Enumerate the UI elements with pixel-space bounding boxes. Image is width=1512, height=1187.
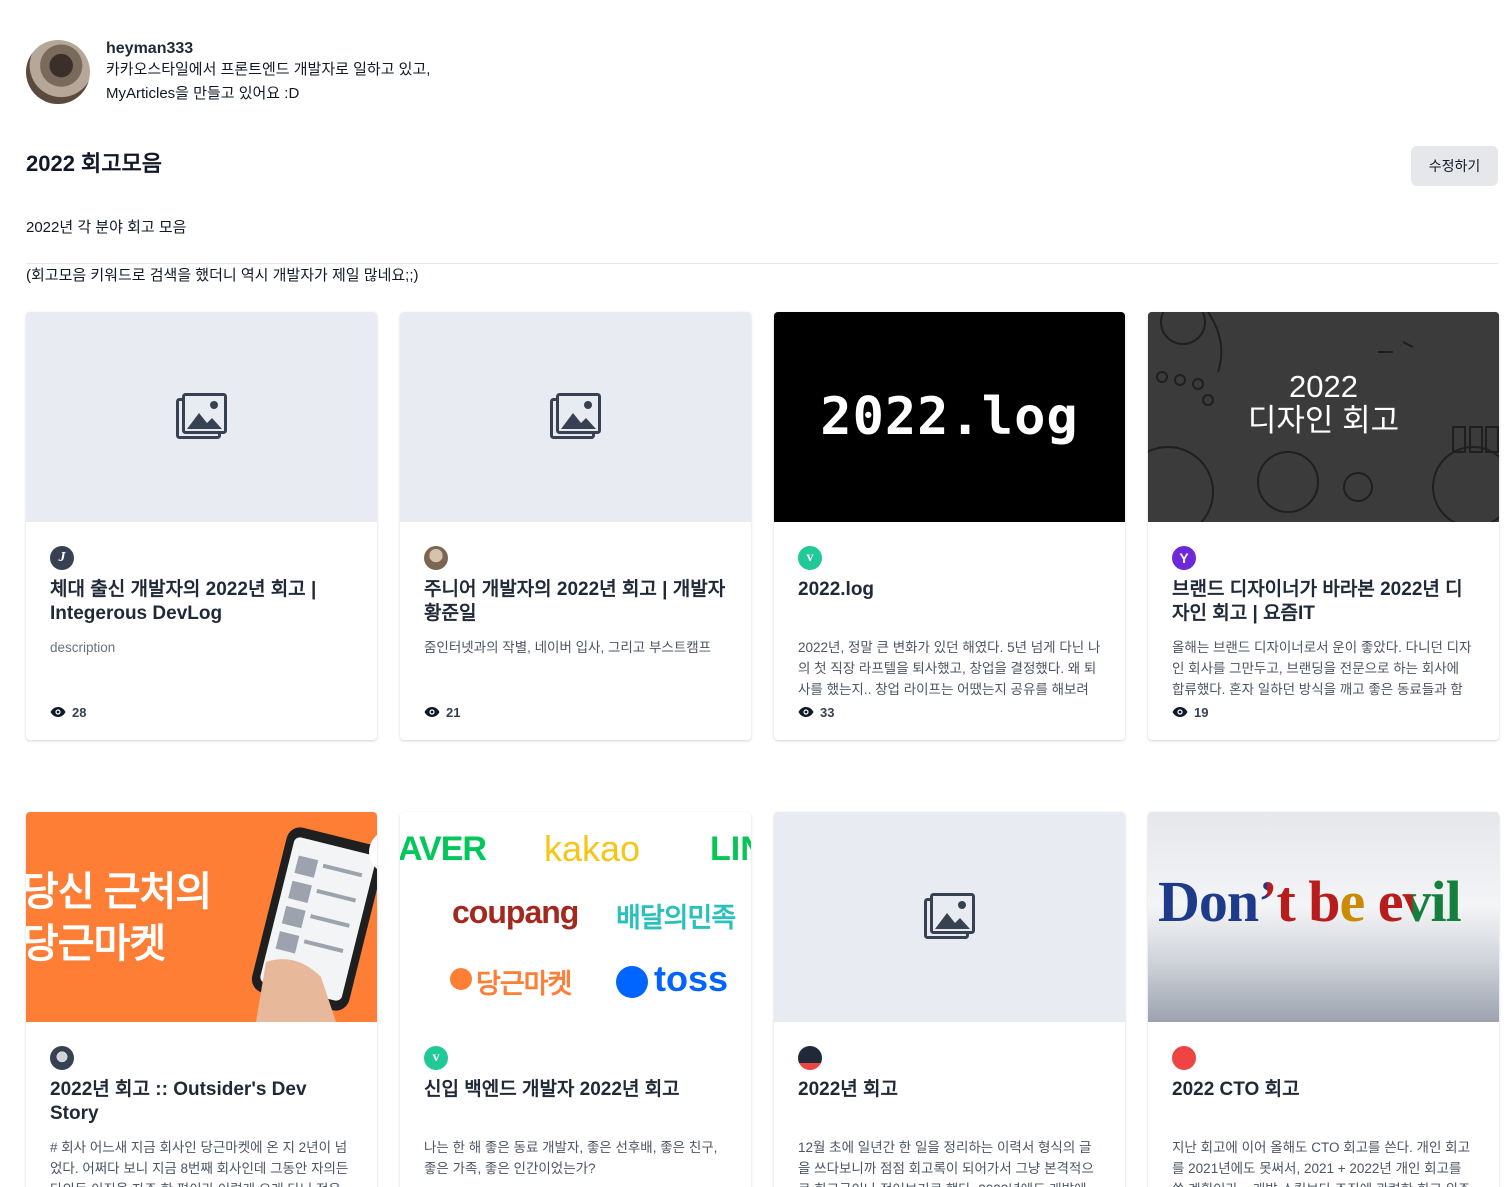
article-title[interactable]: 2022 CTO 회고 — [1172, 1078, 1475, 1130]
eye-icon — [1172, 707, 1188, 717]
article-card[interactable]: 당신 근처의 당근마켓 2022년 회고 :: Outsider's Dev S… — [26, 812, 377, 1187]
thumbnail-text-year: 2022 — [1289, 369, 1358, 404]
baemin-logo: 배달의민족 — [616, 903, 736, 933]
thumbnail-image: AVER kakao LIN coupang 배달의민족 당근마켓 toss — [400, 812, 751, 1022]
thumbnail-placeholder — [774, 812, 1125, 1022]
article-title[interactable]: 체대 출신 개발자의 2022년 회고 | Integerous DevLog — [50, 578, 353, 630]
article-title[interactable]: 2022년 회고 — [798, 1078, 1101, 1130]
view-count-value: 19 — [1194, 704, 1209, 720]
thumbnail-placeholder — [400, 312, 751, 522]
article-description: 줌인터넷과의 작별, 네이버 입사, 그리고 부스트캠프 — [424, 640, 712, 655]
view-count-value: 28 — [72, 704, 87, 720]
view-count: 19 — [1172, 700, 1475, 724]
thumbnail-placeholder — [26, 312, 377, 522]
velog-icon: v — [798, 546, 822, 570]
naver-logo: AVER — [400, 830, 487, 868]
view-count: 33 — [798, 700, 1101, 724]
article-title[interactable]: 주니어 개발자의 2022년 회고 | 개발자 황준일 — [424, 578, 727, 630]
kakao-logo: kakao — [544, 828, 641, 869]
view-count-value: 21 — [446, 704, 461, 720]
coupang-logo: coupang — [452, 894, 579, 930]
article-card[interactable]: AVER kakao LIN coupang 배달의민족 당근마켓 toss v… — [400, 812, 751, 1187]
collection-desc-line-1: 2022년 각 분야 회고 모음 — [26, 219, 187, 236]
favicon-icon — [50, 1046, 74, 1070]
article-description: # 회사 어느새 지금 회사인 당근마켓에 온 지 2년이 넘었다. 어쩌다 보… — [50, 1140, 349, 1187]
article-card[interactable]: 2022.log v 2022.log 2022년, 정말 큰 변화가 있던 해… — [774, 312, 1125, 740]
toss-icon — [616, 966, 648, 998]
thumbnail-text-line-2: 당근마켓 — [26, 922, 166, 966]
thumbnail-image: Don’t be evil — [1148, 812, 1499, 1022]
karrot-logo: 당근마켓 — [476, 969, 572, 999]
eye-icon — [798, 707, 814, 717]
username[interactable]: heyman333 — [106, 40, 430, 58]
article-description: description — [50, 640, 116, 655]
thumbnail-image: 2022.log — [774, 312, 1125, 522]
article-card[interactable]: 2022년 회고 12월 초에 일년간 한 일을 정리하는 이력서 형식의 글을… — [774, 812, 1125, 1187]
view-count: 28 — [50, 700, 353, 724]
article-description: 나는 한 해 좋은 동료 개발자, 좋은 선후배, 좋은 친구, 좋은 가족, … — [424, 1140, 718, 1176]
image-icon — [923, 893, 975, 939]
article-card[interactable]: 주니어 개발자의 2022년 회고 | 개발자 황준일 줌인터넷과의 작별, 네… — [400, 312, 751, 740]
edit-button[interactable]: 수정하기 — [1411, 146, 1498, 186]
favicon-icon: J — [50, 546, 74, 570]
bio-line-2: MyArticles을 만들고 있어요 :D — [106, 85, 300, 102]
bio-line-1: 카카오스타일에서 프론트엔드 개발자로 일하고 있고, — [106, 61, 431, 78]
article-card[interactable]: 2022 디자인 회고 Y 브랜드 디자이너가 바라본 2022년 디자인 회고… — [1148, 312, 1499, 740]
thumbnail-text-title: 디자인 회고 — [1247, 403, 1400, 438]
article-description: 올해는 브랜드 디자이너로서 운이 좋았다. 다니던 디자인 회사를 그만두고,… — [1172, 640, 1472, 697]
eye-icon — [50, 707, 66, 717]
thumbnail-image: 2022 디자인 회고 — [1148, 312, 1499, 522]
article-title[interactable]: 브랜드 디자이너가 바라본 2022년 디자인 회고 | 요즘IT — [1172, 578, 1475, 630]
avatar[interactable] — [26, 40, 90, 104]
karrot-icon — [450, 968, 472, 990]
favicon-icon — [798, 1046, 822, 1070]
view-count-value: 33 — [820, 704, 835, 720]
article-title[interactable]: 2022.log — [798, 578, 1101, 630]
thumbnail-text: Don’t be evil — [1158, 869, 1462, 934]
article-description: 12월 초에 일년간 한 일을 정리하는 이력서 형식의 글을 쓰다보니까 점점… — [798, 1140, 1094, 1187]
line-logo: LIN — [710, 830, 751, 868]
thumbnail-image: 당신 근처의 당근마켓 — [26, 812, 377, 1022]
article-description: 지난 회고에 이어 올해도 CTO 회고를 쓴다. 개인 회고를 2021년에도… — [1172, 1140, 1470, 1187]
favicon-icon — [1172, 1046, 1196, 1070]
article-title[interactable]: 신입 백엔드 개발자 2022년 회고 — [424, 1078, 727, 1130]
article-title[interactable]: 2022년 회고 :: Outsider's Dev Story — [50, 1078, 353, 1130]
eye-icon — [424, 707, 440, 717]
divider — [26, 263, 1498, 264]
phone-illustration — [251, 827, 377, 1022]
image-icon — [549, 393, 601, 439]
profile-header: heyman333 카카오스타일에서 프론트엔드 개발자로 일하고 있고, My… — [26, 40, 430, 106]
collection-title: 2022 회고모음 — [26, 151, 163, 176]
yozm-it-icon: Y — [1172, 546, 1196, 570]
thumbnail-text: 2022.log — [820, 387, 1079, 447]
thumbnail-text-line-1: 당신 근처의 — [26, 870, 212, 914]
article-description: 2022년, 정말 큰 변화가 있던 해였다. 5년 넘게 다닌 나의 첫 직장… — [798, 640, 1101, 697]
image-icon — [175, 393, 227, 439]
toss-logo: toss — [654, 958, 729, 999]
favicon-icon — [424, 546, 448, 570]
view-count: 21 — [424, 700, 727, 724]
article-card[interactable]: J 체대 출신 개발자의 2022년 회고 | Integerous DevLo… — [26, 312, 377, 740]
velog-icon: v — [424, 1046, 448, 1070]
collection-desc-line-2: (회고모음 키워드로 검색을 했더니 역시 개발자가 제일 많네요;;) — [26, 267, 419, 284]
collection-description: 2022년 각 분야 회고 모음 (회고모음 키워드로 검색을 했더니 역시 개… — [26, 192, 419, 312]
article-card[interactable]: Don’t be evil 2022 CTO 회고 지난 회고에 이어 올해도 … — [1148, 812, 1499, 1187]
